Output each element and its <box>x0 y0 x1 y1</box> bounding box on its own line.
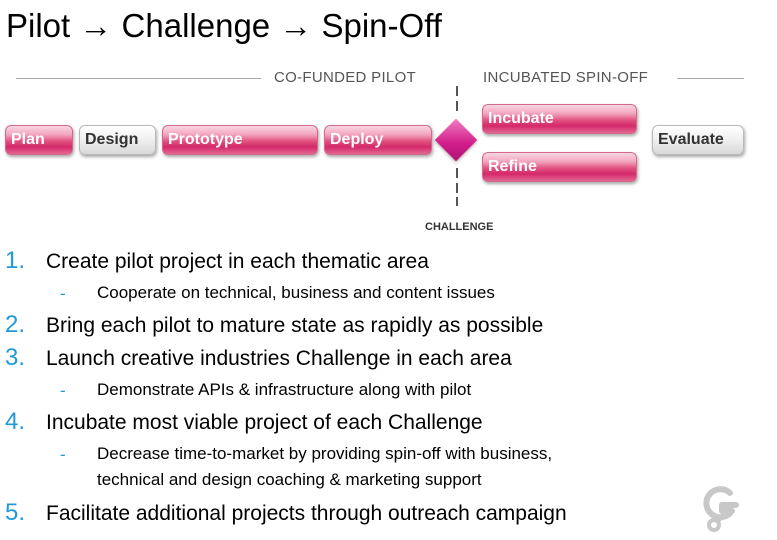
stage-refine: Refine <box>482 152 637 182</box>
divider-dash <box>456 183 458 193</box>
list-number: 3. <box>5 344 26 371</box>
list-item-text: Facilitate additional projects through o… <box>46 502 567 525</box>
sub-item-text: Demonstrate APIs & infrastructure along … <box>97 380 472 399</box>
list-number: 1. <box>5 247 26 274</box>
phase-line-right <box>677 78 744 79</box>
stage-prototype: Prototype <box>162 125 318 155</box>
sub-bullet-marker: - <box>60 445 66 464</box>
divider-dash <box>456 101 458 111</box>
phase-label-pilot: CO-FUNDED PILOT <box>274 69 417 86</box>
list-number: 5. <box>5 499 26 526</box>
sub-item-text: technical and design coaching & marketin… <box>97 470 482 489</box>
sub-item-text: Cooperate on technical, business and con… <box>97 283 495 302</box>
phase-line-left <box>16 78 261 79</box>
sub-item-text: Decrease time-to-market by providing spi… <box>97 444 553 463</box>
sub-bullet-marker: - <box>60 381 66 400</box>
swirl-logo-icon <box>703 486 739 532</box>
stage-plan: Plan <box>5 125 73 155</box>
list-item-text: Create pilot project in each thematic ar… <box>46 250 429 273</box>
stage-deploy: Deploy <box>324 125 432 155</box>
list-item-text: Incubate most viable project of each Cha… <box>46 411 483 434</box>
challenge-diamond <box>434 118 478 162</box>
stage-design: Design <box>79 125 156 155</box>
challenge-label: CHALLENGE <box>425 221 494 233</box>
list-number: 2. <box>5 311 26 338</box>
stage-evaluate: Evaluate <box>652 125 744 155</box>
stage-incubate: Incubate <box>482 104 637 134</box>
slide-title: Pilot → Challenge → Spin-Off <box>6 7 442 44</box>
list-item-text: Launch creative industries Challenge in … <box>46 347 512 370</box>
list-number: 4. <box>5 408 26 435</box>
list-item-text: Bring each pilot to mature state as rapi… <box>46 314 544 337</box>
divider-dash <box>456 197 458 206</box>
divider-dash <box>456 86 458 96</box>
divider-dash <box>456 168 458 178</box>
phase-label-spinoff: INCUBATED SPIN-OFF <box>483 69 649 86</box>
sub-bullet-marker: - <box>60 284 66 303</box>
